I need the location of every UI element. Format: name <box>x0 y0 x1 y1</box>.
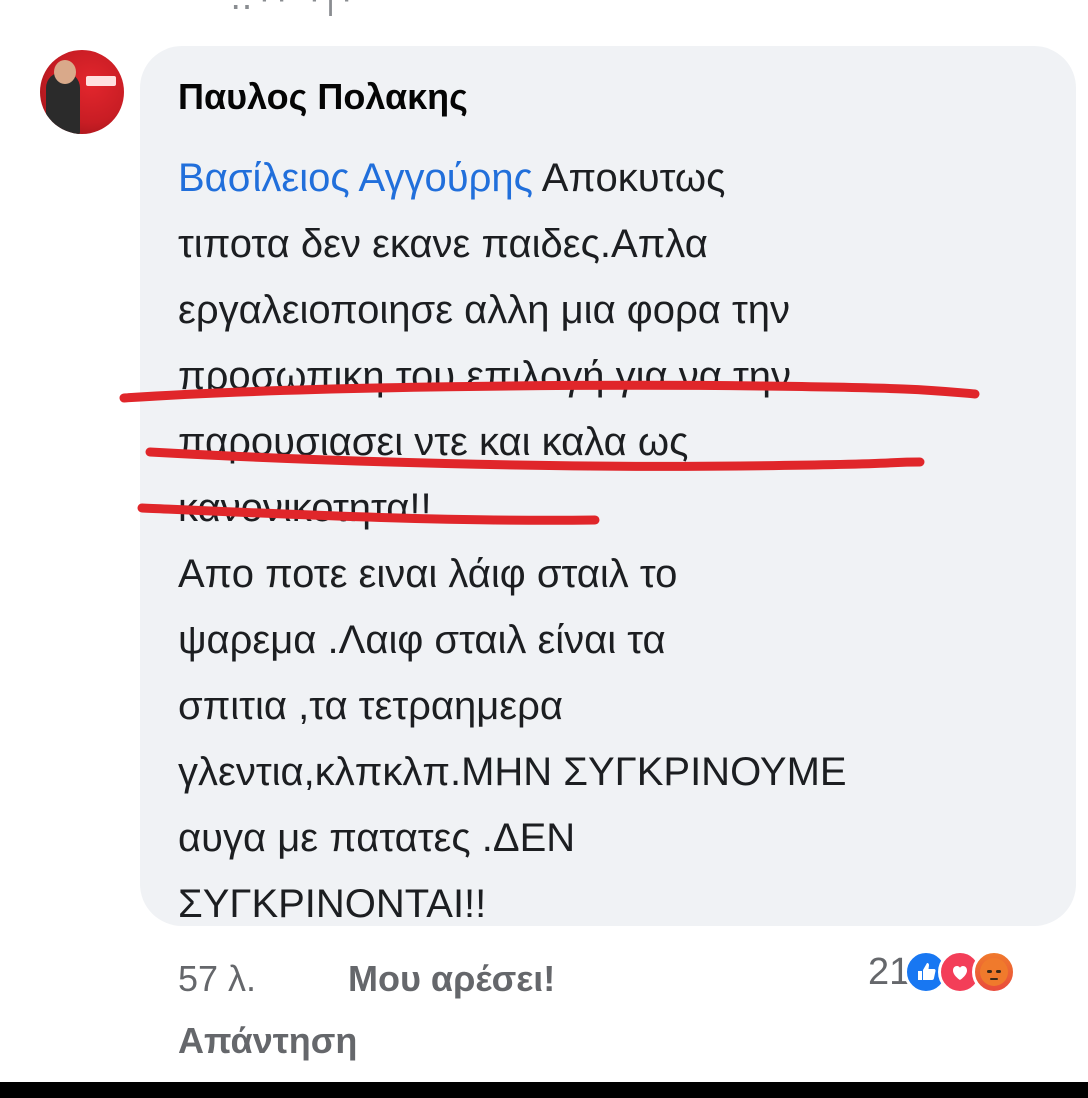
avatar-logo <box>86 76 116 86</box>
text-line: Απο ποτε ειναι λάιφ σταιλ το <box>178 552 678 596</box>
text-line: ΣΥΓΚΡΙΝΟΝΤΑΙ!! <box>178 882 487 926</box>
angry-icon <box>972 950 1017 994</box>
like-button[interactable]: Μου αρέσει! <box>348 958 555 1000</box>
bottom-bar <box>0 1082 1088 1098</box>
text-line: εργαλειοποιησε αλλη μια φορα την <box>178 288 791 332</box>
comment-meta: 57 λ. Μου αρέσει! <box>178 958 555 1000</box>
reactions-summary[interactable]: 21 <box>868 950 1017 994</box>
comment-author[interactable]: Παυλος Πολακης <box>178 76 468 118</box>
text-line: σπιτια ,τα τετραημερα <box>178 684 563 728</box>
previous-content-fragment: ‥·· ·|· <box>230 0 358 18</box>
avatar[interactable] <box>40 50 124 134</box>
comment-text: Βασίλειος Αγγούρης Αποκυτως τιποτα δεν εκ… <box>178 145 1058 937</box>
text-line: τιποτα δεν εκανε παιδες.Απλα <box>178 222 708 266</box>
comment-time[interactable]: 57 λ. <box>178 958 256 999</box>
mention-link[interactable]: Βασίλειος Αγγούρης <box>178 156 533 200</box>
avatar-head <box>54 60 76 84</box>
reply-button[interactable]: Απάντηση <box>178 1020 357 1062</box>
text-line: προσωπικη του επιλογή για να την <box>178 354 791 398</box>
text-line: ψαρεμα .Λαιφ σταιλ είναι τα <box>178 618 666 662</box>
text-line: Αποκυτως <box>532 156 726 200</box>
text-line: γλεντια,κλπκλπ.ΜΗΝ ΣΥΓΚΡΙΝΟΥΜΕ <box>178 750 847 794</box>
text-line: αυγα με πατατες .ΔΕΝ <box>178 816 576 860</box>
text-line: κανονικοτητα!! <box>178 486 432 530</box>
text-line: παρουσιασει ντε και καλα ως <box>178 420 689 464</box>
